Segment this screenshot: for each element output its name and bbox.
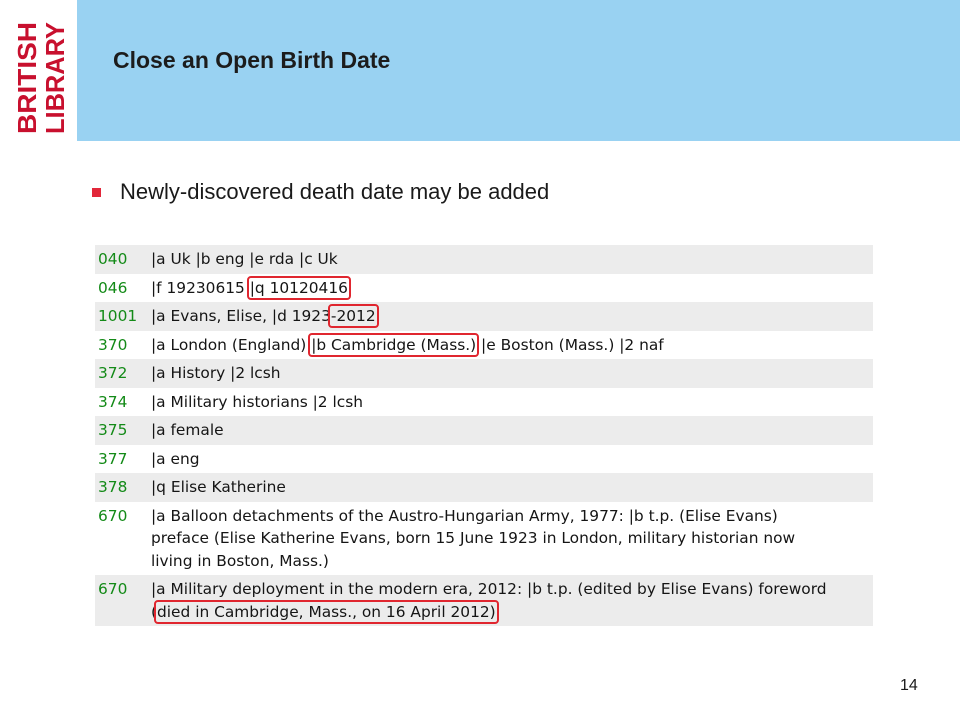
marc-field-content: |a Military historians |2 lcsh bbox=[151, 391, 873, 414]
title-banner: Close an Open Birth Date bbox=[77, 0, 960, 141]
bullet-point: Newly-discovered death date may be added bbox=[92, 177, 549, 207]
slide-title: Close an Open Birth Date bbox=[113, 47, 391, 73]
logo-text-library: LIBRARY bbox=[40, 22, 68, 134]
marc-field-content: |a History |2 lcsh bbox=[151, 362, 873, 385]
subfield-text: |a female bbox=[151, 421, 224, 439]
marc-tag: 040 bbox=[98, 250, 128, 268]
subfield-text: |a Balloon detachments of the Austro-Hun… bbox=[151, 506, 801, 570]
marc-field-row: 670 |a Balloon detachments of the Austro-… bbox=[95, 501, 873, 575]
british-library-logo-mark: BRITISH LIBRARY bbox=[12, 22, 68, 134]
marc-field-content: |a London (England) |b Cambridge (Mass.)… bbox=[151, 332, 873, 357]
marc-tag: 1001 bbox=[98, 307, 138, 325]
subfield-text: |a Evans, Elise, |d 1923 bbox=[151, 307, 331, 325]
marc-tag: 375 bbox=[98, 421, 128, 439]
subfield-text: |a eng bbox=[151, 449, 200, 468]
marc-field-row: 040 |a Uk |b eng |e rda |c Uk bbox=[95, 245, 873, 274]
marc-field-row: 378 |q Elise Katherine bbox=[95, 473, 873, 502]
marc-field-content: |a Balloon detachments of the Austro-Hun… bbox=[151, 505, 873, 573]
highlighted-subfield: died in Cambridge, Mass., on 16 April 20… bbox=[154, 599, 499, 624]
marc-tag: 372 bbox=[98, 364, 128, 382]
subfield-text: |a Military historians |2 lcsh bbox=[151, 392, 363, 411]
marc-tag: 377 bbox=[98, 449, 128, 468]
marc-tag: 374 bbox=[98, 392, 128, 411]
bullet-square-icon bbox=[92, 187, 101, 197]
marc-field-row: 370 |a London (England) |b Cambridge (Mas… bbox=[95, 330, 873, 359]
marc-record-table: 040 |a Uk |b eng |e rda |c Uk 046 |f 192306… bbox=[95, 245, 873, 626]
marc-field-content: |a eng bbox=[151, 448, 873, 471]
marc-tag: 046 bbox=[98, 278, 128, 297]
marc-field-content: |f 19230615 |q 10120416 bbox=[151, 275, 873, 300]
subfield-text: |a History |2 lcsh bbox=[151, 364, 281, 382]
marc-tag: 670 bbox=[98, 580, 128, 598]
marc-field-row: 1001 |a Evans, Elise, |d 1923-2012 bbox=[95, 302, 873, 331]
marc-field-row: 374 |a Military historians |2 lcsh bbox=[95, 387, 873, 416]
marc-tag: 370 bbox=[98, 335, 128, 354]
page-number: 14 bbox=[900, 677, 918, 694]
marc-field-row: 046 |f 19230615 |q 10120416 bbox=[95, 273, 873, 302]
marc-tag: 670 bbox=[98, 506, 128, 525]
marc-field-row: 375 |a female bbox=[95, 416, 873, 445]
subfield-text: |e Boston (Mass.) |2 naf bbox=[476, 335, 664, 354]
marc-field-content: |q Elise Katherine bbox=[151, 476, 873, 499]
subfield-text: |f 19230615 bbox=[151, 278, 250, 297]
highlighted-subfield: |b Cambridge (Mass.) bbox=[308, 332, 480, 357]
marc-field-content: |a female bbox=[151, 419, 873, 442]
highlighted-subfield: -2012 bbox=[327, 304, 379, 328]
subfield-text: |a London (England) bbox=[151, 335, 312, 354]
subfield-text: |a Uk |b eng |e rda |c Uk bbox=[151, 250, 338, 268]
marc-field-row: 372 |a History |2 lcsh bbox=[95, 359, 873, 388]
marc-field-content: |a Evans, Elise, |d 1923-2012 bbox=[151, 304, 873, 328]
logo-text-british: BRITISH bbox=[12, 22, 42, 134]
marc-tag: 378 bbox=[98, 478, 128, 496]
marc-field-content: |a Military deployment in the modern era… bbox=[151, 578, 873, 624]
bullet-text: Newly-discovered death date may be added bbox=[120, 179, 550, 204]
marc-field-row: 670 |a Military deployment in the modern … bbox=[95, 575, 873, 626]
subfield-text: |q Elise Katherine bbox=[151, 478, 286, 496]
marc-field-content: |a Uk |b eng |e rda |c Uk bbox=[151, 248, 873, 271]
marc-field-row: 377 |a eng bbox=[95, 444, 873, 473]
highlighted-subfield: |q 10120416 bbox=[246, 275, 351, 300]
british-library-logo: BRITISH LIBRARY bbox=[0, 0, 75, 141]
